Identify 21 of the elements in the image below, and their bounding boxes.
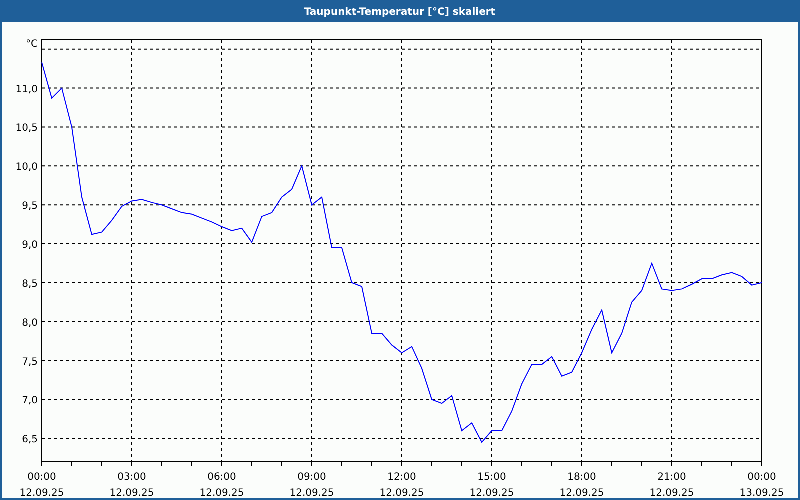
x-tick-label: 18:00 12.09.25 [560, 472, 604, 496]
x-tick-label: 06:00 12.09.25 [200, 472, 244, 496]
x-tick-label: 21:00 12.09.25 [650, 472, 694, 496]
x-tick-label: 00:00 12.09.25 [20, 472, 64, 496]
y-tick-label: 8,0 [22, 318, 38, 329]
x-tick-label: 09:00 12.09.25 [290, 472, 334, 496]
y-tick-label: 10,0 [16, 162, 38, 174]
y-axis-unit: °C [26, 39, 38, 50]
y-tick-label: 6,5 [22, 434, 38, 446]
y-tick-label: 10,5 [16, 123, 38, 134]
x-tick-label: 12:00 12.09.25 [380, 472, 424, 496]
y-tick-label: 9,5 [22, 201, 38, 212]
window-title: Taupunkt-Temperatur [°C] skaliert [304, 6, 496, 18]
x-tick-label: 00:00 13.09.25 [740, 472, 784, 496]
y-tick-label: 7,0 [22, 396, 38, 407]
y-tick-label: 9,0 [22, 240, 38, 251]
x-tick-label: 03:00 12.09.25 [110, 472, 154, 496]
y-tick-label: 8,5 [22, 278, 38, 290]
y-tick-label: 7,5 [22, 356, 38, 368]
x-tick-label: 15:00 12.09.25 [470, 472, 514, 496]
y-tick-label: 11,0 [16, 84, 38, 96]
